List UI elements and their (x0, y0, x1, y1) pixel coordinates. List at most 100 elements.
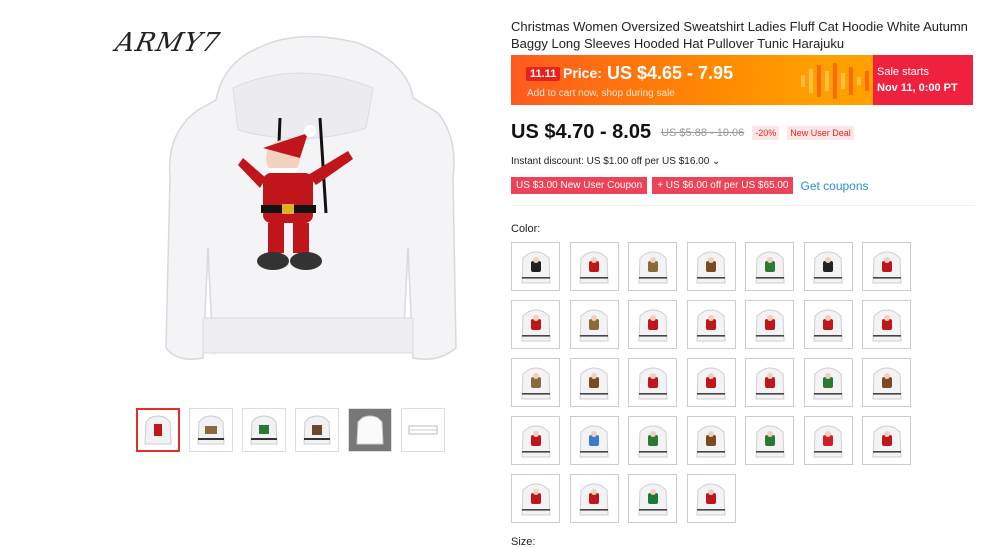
color-swatch-grid (511, 242, 921, 523)
color-swatch-1[interactable] (511, 242, 560, 291)
main-product-image[interactable]: ARMY7 (108, 18, 486, 396)
instant-discount-dropdown[interactable]: Instant discount: US $1.00 off per US $1… (511, 156, 720, 167)
color-label: Color: (511, 223, 541, 235)
product-title: Christmas Women Oversized Sweatshirt Lad… (511, 19, 968, 51)
hoodie-number-icon (637, 483, 668, 515)
color-swatch-16[interactable] (569, 358, 619, 407)
hoodie-thumb-icon (250, 415, 278, 445)
hoodie-santa-icon (637, 367, 668, 399)
hoodie-thumb-icon (356, 415, 384, 445)
color-swatch-14[interactable] (862, 300, 911, 349)
color-swatch-6[interactable] (803, 242, 853, 291)
hoodie-santa-icon (754, 367, 785, 399)
hoodie-santa-icon (813, 309, 843, 341)
price-row: US $4.70 - 8.05 US $5.88 - 10.06 -20% Ne… (511, 121, 854, 144)
hoodie-text-icon (813, 425, 843, 457)
color-swatch-31[interactable] (628, 474, 677, 523)
hoodie-elf-icon (754, 425, 785, 457)
sale-countdown-panel (873, 55, 973, 105)
color-swatch-30[interactable] (569, 474, 619, 523)
color-swatch-24[interactable] (628, 416, 677, 465)
hoodie-santa-icon (871, 309, 902, 341)
thumbnail-6[interactable] (401, 408, 445, 452)
hoodie-thumb-icon (144, 415, 172, 445)
hoodie-santa-icon (696, 367, 726, 399)
hoodie-thumb-icon (197, 415, 225, 445)
color-swatch-21[interactable] (862, 358, 911, 407)
color-swatch-8[interactable] (511, 300, 560, 349)
hoodie-santa-icon (871, 425, 902, 457)
color-swatch-28[interactable] (862, 416, 911, 465)
hoodie-cat-icon (520, 367, 551, 399)
color-swatch-29[interactable] (511, 474, 560, 523)
hoodie-cat-icon (579, 309, 609, 341)
hoodie-santa-icon (520, 309, 551, 341)
hoodie-santa-ride-icon (579, 251, 609, 283)
get-coupons-link[interactable]: Get coupons (800, 179, 868, 193)
promo-subtext: Add to cart now, shop during sale (527, 88, 675, 99)
new-user-coupon[interactable]: US $3.00 New User Coupon (511, 177, 648, 194)
sale-promo-banner: 11.11 Price: US $4.65 - 7.95 Add to cart… (511, 55, 973, 105)
hoodie-elf-icon (754, 251, 785, 283)
equalizer-decoration-icon (801, 63, 869, 99)
color-swatch-4[interactable] (686, 242, 736, 291)
hoodie-thumb-icon (303, 415, 331, 445)
hoodie-reindeer-icon (579, 367, 609, 399)
hoodie-cat-icon (637, 251, 668, 283)
color-swatch-32[interactable] (686, 474, 736, 523)
color-swatch-2[interactable] (569, 242, 619, 291)
hoodie-santa-icon (579, 483, 609, 515)
discount-badge: -20% (752, 125, 780, 140)
color-swatch-12[interactable] (745, 300, 794, 349)
hoodie-santa-icon (696, 309, 726, 341)
hoodie-elf-icon (813, 367, 843, 399)
color-swatch-25[interactable] (686, 416, 736, 465)
color-swatch-10[interactable] (628, 300, 677, 349)
event-badge: 11.11 (526, 67, 561, 81)
thumbnail-2[interactable] (189, 408, 233, 452)
section-divider (511, 205, 975, 206)
original-price: US $5.88 - 10.06 (661, 126, 745, 139)
color-swatch-15[interactable] (511, 358, 560, 407)
color-swatch-19[interactable] (745, 358, 794, 407)
store-coupon[interactable]: + US $6.00 off per US $65.00 (652, 177, 794, 194)
color-swatch-20[interactable] (803, 358, 853, 407)
color-swatch-9[interactable] (569, 300, 619, 349)
thumbnail-3[interactable] (242, 408, 286, 452)
brand-watermark: ARMY7 (112, 28, 223, 58)
hoodie-elf-icon (637, 425, 668, 457)
hoodie-panda-santa-icon (871, 251, 902, 283)
promo-price-label: Price: (563, 65, 602, 81)
hoodie-santa-icon (754, 309, 785, 341)
color-swatch-22[interactable] (511, 416, 560, 465)
color-swatch-3[interactable] (628, 242, 677, 291)
color-swatch-23[interactable] (569, 416, 619, 465)
color-swatch-13[interactable] (803, 300, 853, 349)
size-chart-thumb-icon (408, 425, 438, 435)
thumbnail-4[interactable] (295, 408, 339, 452)
color-swatch-11[interactable] (686, 300, 736, 349)
color-swatch-26[interactable] (745, 416, 794, 465)
sale-start-label: Sale starts (877, 66, 929, 78)
thumbnail-strip (136, 408, 445, 452)
color-swatch-7[interactable] (862, 242, 911, 291)
hoodie-santa-icon (520, 483, 551, 515)
hoodie-illustration (165, 35, 457, 360)
size-label: Size: (511, 536, 536, 548)
hoodie-santa-icon (696, 483, 726, 515)
color-swatch-27[interactable] (803, 416, 853, 465)
hoodie-santa-icon (520, 425, 551, 457)
thumbnail-1[interactable] (136, 408, 180, 452)
color-swatch-18[interactable] (686, 358, 736, 407)
new-user-deal-badge: New User Deal (787, 125, 854, 140)
hoodie-reindeer-icon (871, 367, 902, 399)
color-swatch-17[interactable] (628, 358, 677, 407)
hoodie-santa-run-icon (637, 309, 668, 341)
sale-start-time: Nov 11, 0:00 PT (877, 82, 958, 94)
hoodie-panda-icon (813, 251, 843, 283)
coupon-row: US $3.00 New User Coupon + US $6.00 off … (511, 177, 869, 194)
thumbnail-5[interactable] (348, 408, 392, 452)
hoodie-reindeer-icon (696, 425, 726, 457)
color-swatch-5[interactable] (745, 242, 794, 291)
promo-price: US $4.65 - 7.95 (607, 63, 734, 83)
